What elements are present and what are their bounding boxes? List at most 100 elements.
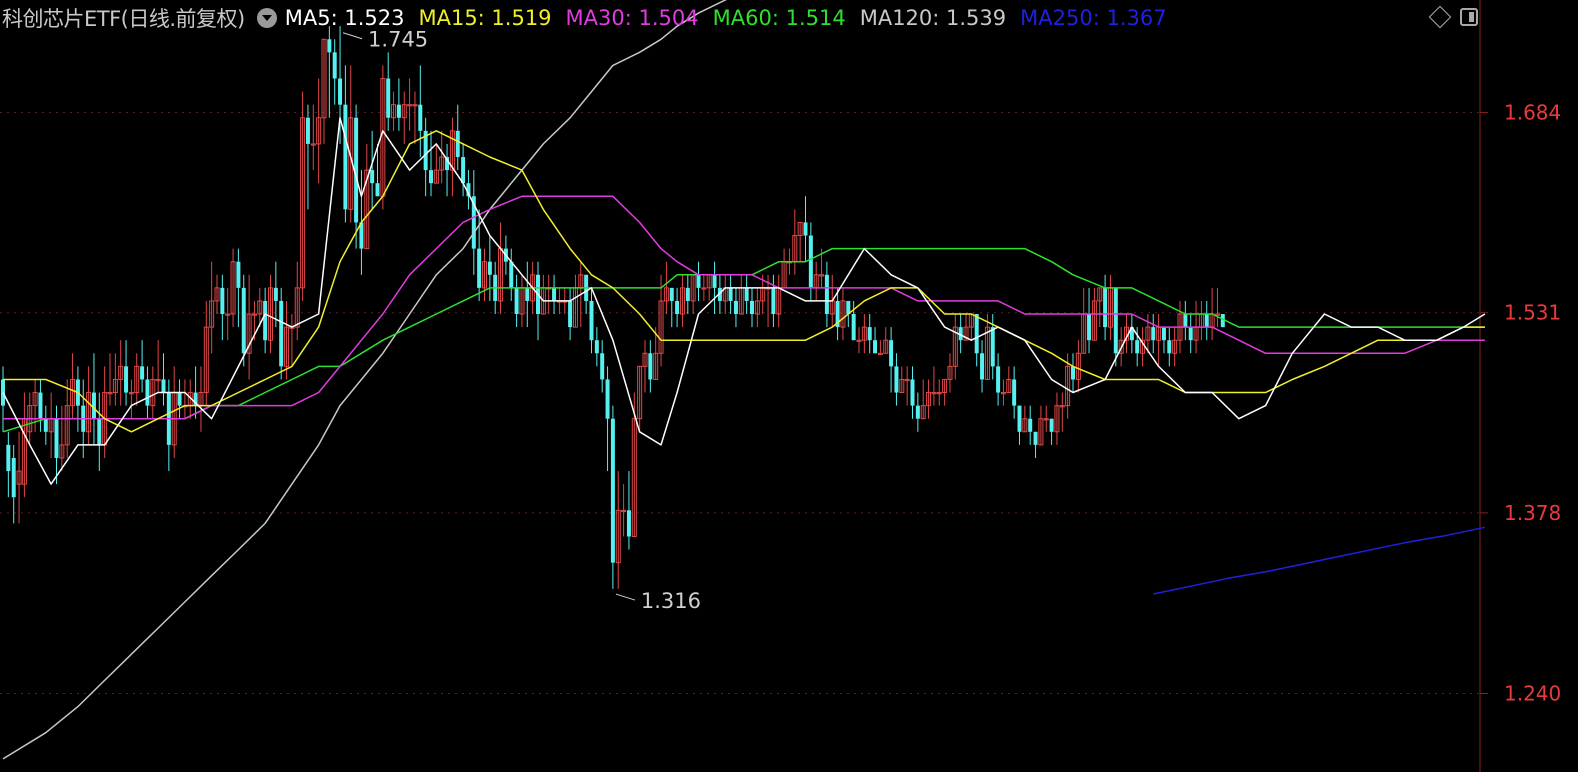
candle-body: [1167, 340, 1172, 354]
candle-body: [996, 366, 1001, 393]
candle-body: [1161, 327, 1166, 341]
candle-body: [589, 300, 594, 341]
ma30-line: [3, 195, 1485, 420]
candle-body: [91, 392, 96, 419]
candle-body: [873, 340, 878, 354]
ma120-label: MA120: 1.539: [859, 6, 1007, 30]
candle-body: [1012, 379, 1017, 406]
candle-body: [712, 274, 717, 288]
candle-body: [1017, 405, 1022, 432]
candle-body: [910, 379, 915, 406]
candle-body: [1049, 418, 1054, 432]
candle-body: [477, 248, 482, 288]
candle-body: [1103, 287, 1108, 328]
candle-body: [461, 157, 466, 184]
candle-body: [6, 444, 11, 472]
candle-body: [145, 379, 150, 406]
candle-body: [980, 353, 985, 380]
candle-body: [124, 366, 129, 393]
candle-body: [1135, 340, 1140, 354]
candle-body: [332, 52, 337, 79]
candle-body: [605, 379, 610, 419]
candle-body: [1087, 314, 1092, 341]
candle-body: [343, 104, 348, 210]
ma5-line: [2, 117, 1486, 485]
y-tick-label: 1.531: [1504, 301, 1561, 325]
candle-body: [54, 418, 59, 458]
candle-body: [161, 379, 166, 393]
candle-body: [1033, 431, 1038, 445]
candle-body: [263, 300, 268, 341]
candle-body: [696, 274, 701, 288]
candle-body: [1028, 418, 1033, 432]
candle-body: [429, 170, 433, 184]
candle-body: [552, 287, 557, 301]
candle-body: [370, 170, 375, 184]
panel-toggle-icon[interactable]: [1460, 8, 1478, 26]
candle-body: [750, 300, 754, 315]
candle-body: [338, 78, 343, 105]
candle-body: [771, 287, 776, 315]
y-tick-label: 1.240: [1504, 681, 1561, 705]
candle-body: [1151, 327, 1156, 341]
candle-body: [889, 340, 894, 367]
low-annotation: 1.316: [641, 589, 701, 613]
candle-body: [733, 300, 738, 315]
candle-body: [327, 39, 332, 53]
candle-body: [418, 104, 423, 131]
ma60-label: MA60: 1.514: [712, 6, 846, 30]
candle-body: [610, 418, 615, 563]
candle-body: [279, 300, 284, 367]
candlestick-chart[interactable]: 1.2401.3781.5311.6841.7451.316: [0, 0, 1578, 772]
candle-body: [236, 261, 241, 288]
y-tick-label: 1.684: [1504, 101, 1561, 125]
candle-body: [594, 340, 599, 354]
candle-body: [851, 314, 856, 341]
y-tick-label: 1.378: [1504, 501, 1561, 525]
candle-body: [648, 353, 653, 380]
candle-body: [1183, 314, 1188, 328]
candle-body: [43, 418, 48, 432]
candle-body: [915, 405, 920, 419]
candle-body: [220, 287, 225, 315]
ma30-label: MA30: 1.504: [565, 6, 699, 30]
candle-body: [728, 287, 733, 301]
ma250-line: [1153, 526, 1486, 595]
candle-body: [97, 418, 102, 445]
candle-body: [867, 327, 872, 341]
candle-body: [396, 104, 401, 118]
ma15-line: [3, 130, 1485, 433]
candle-body: [1204, 314, 1209, 328]
candle-body: [140, 366, 145, 380]
ma15-label: MA15: 1.519: [418, 6, 552, 30]
diamond-icon[interactable]: [1428, 5, 1452, 29]
candle-body: [487, 261, 492, 275]
candle-body: [894, 366, 899, 393]
candle-body: [241, 287, 246, 354]
candle-body: [685, 287, 690, 301]
candle-body: [1113, 287, 1118, 354]
candle-body: [974, 314, 979, 354]
candle-body: [744, 287, 749, 301]
candle-body: [990, 327, 995, 367]
candle-body: [509, 261, 514, 288]
candle-body: [808, 235, 813, 288]
candle-body: [514, 287, 519, 315]
collapse-toggle-icon[interactable]: [256, 8, 277, 28]
candle-body: [11, 457, 16, 498]
candle-body: [177, 392, 182, 406]
candle-body: [455, 130, 460, 158]
candle-body: [1071, 366, 1075, 380]
candle-body: [525, 287, 530, 301]
ma250-label: MA250: 1.367: [1020, 6, 1167, 30]
chart-header: 科创芯片ETF(日线.前复权) MA5: 1.523 MA15: 1.519 M…: [0, 0, 1400, 36]
candle-body: [375, 183, 380, 197]
candle-body: [305, 117, 310, 144]
candle-body: [626, 510, 631, 537]
ma120-line: [2, 0, 728, 760]
candle-body: [568, 300, 573, 328]
candle-body: [824, 274, 829, 315]
candle-body: [600, 353, 605, 380]
candle-body: [669, 287, 674, 301]
annotation-arrow: [615, 593, 636, 601]
